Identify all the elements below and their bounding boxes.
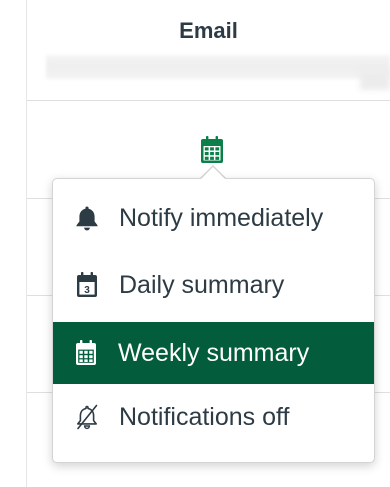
calendar-week-icon xyxy=(201,136,223,163)
calendar-day-number: 3 xyxy=(84,285,90,296)
menu-item-notify-immediately[interactable]: Notify immediately xyxy=(54,187,373,249)
menu-caret-fill xyxy=(201,167,225,179)
notification-frequency-menu: Notify immediately 3 Daily summary Weekl… xyxy=(52,167,375,463)
menu-item-label: Notify immediately xyxy=(119,203,324,232)
column-header-email: Email xyxy=(179,18,238,43)
notification-frequency-trigger[interactable] xyxy=(197,134,227,166)
menu-item-label: Weekly summary xyxy=(118,338,310,367)
calendar-week-icon xyxy=(73,339,99,367)
column-divider xyxy=(26,0,27,487)
notification-preferences-panel: Email Notify immediately 3 Daily summary… xyxy=(0,0,390,487)
bell-off-icon xyxy=(74,403,100,431)
menu-item-label: Notifications off xyxy=(119,402,290,431)
bell-icon xyxy=(74,204,100,232)
menu-item-weekly-summary[interactable]: Weekly summary xyxy=(53,322,374,384)
menu-item-notifications-off[interactable]: Notifications off xyxy=(54,386,373,448)
blurred-row-content xyxy=(46,55,390,79)
blurred-row-content-edge xyxy=(360,70,390,90)
calendar-day-icon: 3 xyxy=(74,271,100,299)
menu-item-daily-summary[interactable]: 3 Daily summary xyxy=(54,254,373,316)
menu-item-label: Daily summary xyxy=(119,270,285,299)
row-divider xyxy=(27,100,390,101)
